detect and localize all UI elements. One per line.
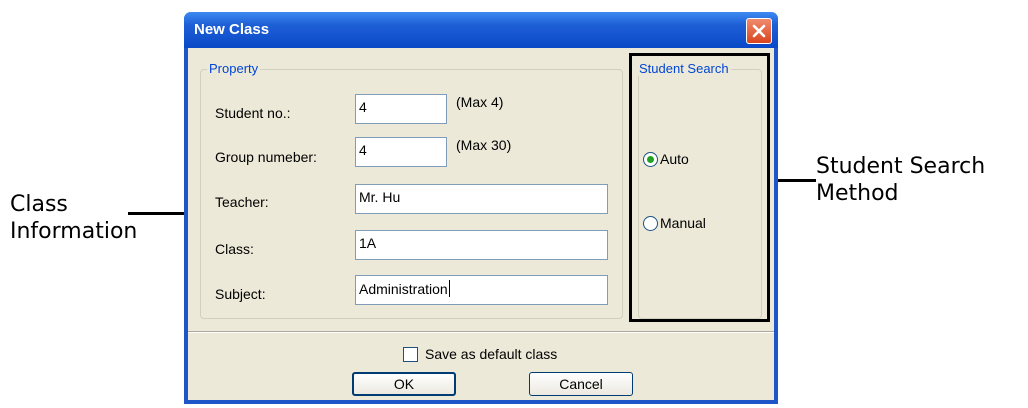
- close-icon: [752, 24, 766, 38]
- text-caret: [448, 280, 450, 297]
- student-no-label: Student no.:: [215, 105, 291, 121]
- class-value: 1A: [359, 235, 377, 251]
- annotation-class-information: Class Information: [10, 191, 137, 245]
- annotation-line-1: Student Search: [816, 154, 986, 179]
- new-class-dialog: New Class Property Student no.: 4 (Max 4…: [184, 12, 778, 404]
- cancel-button[interactable]: Cancel: [529, 372, 633, 396]
- title-bar[interactable]: New Class: [184, 12, 778, 48]
- save-default-label[interactable]: Save as default class: [425, 346, 557, 362]
- teacher-value: Mr. Hu: [359, 189, 401, 205]
- ok-button[interactable]: OK: [352, 372, 456, 396]
- student-no-input[interactable]: 4: [355, 94, 447, 124]
- annotation-line-1: Class: [10, 192, 68, 217]
- annotation-leader-right: [774, 179, 816, 182]
- dialog-body: Property Student no.: 4 (Max 4) Group nu…: [188, 48, 774, 400]
- group-number-label: Group numeber:: [215, 149, 317, 165]
- save-default-checkbox[interactable]: [403, 347, 418, 362]
- annotation-line-2: Method: [816, 181, 899, 206]
- teacher-input[interactable]: Mr. Hu: [355, 184, 608, 214]
- close-button[interactable]: [746, 18, 772, 44]
- student-search-highlight: [629, 53, 770, 322]
- class-label: Class:: [215, 241, 254, 257]
- window-title: New Class: [194, 21, 270, 38]
- annotation-line-2: Information: [10, 219, 138, 244]
- student-no-value: 4: [359, 99, 367, 115]
- group-number-hint: (Max 30): [456, 137, 512, 153]
- group-number-value: 4: [359, 142, 367, 158]
- group-number-input[interactable]: 4: [355, 137, 447, 167]
- class-input[interactable]: 1A: [355, 230, 608, 260]
- subject-input[interactable]: Administration: [355, 275, 608, 305]
- subject-value: Administration: [359, 281, 448, 297]
- student-no-hint: (Max 4): [456, 94, 504, 110]
- footer-separator: [188, 331, 774, 333]
- subject-label: Subject:: [215, 286, 266, 302]
- annotation-student-search-method: Student Search Method: [816, 153, 985, 207]
- teacher-label: Teacher:: [215, 194, 269, 210]
- property-legend: Property: [207, 61, 261, 76]
